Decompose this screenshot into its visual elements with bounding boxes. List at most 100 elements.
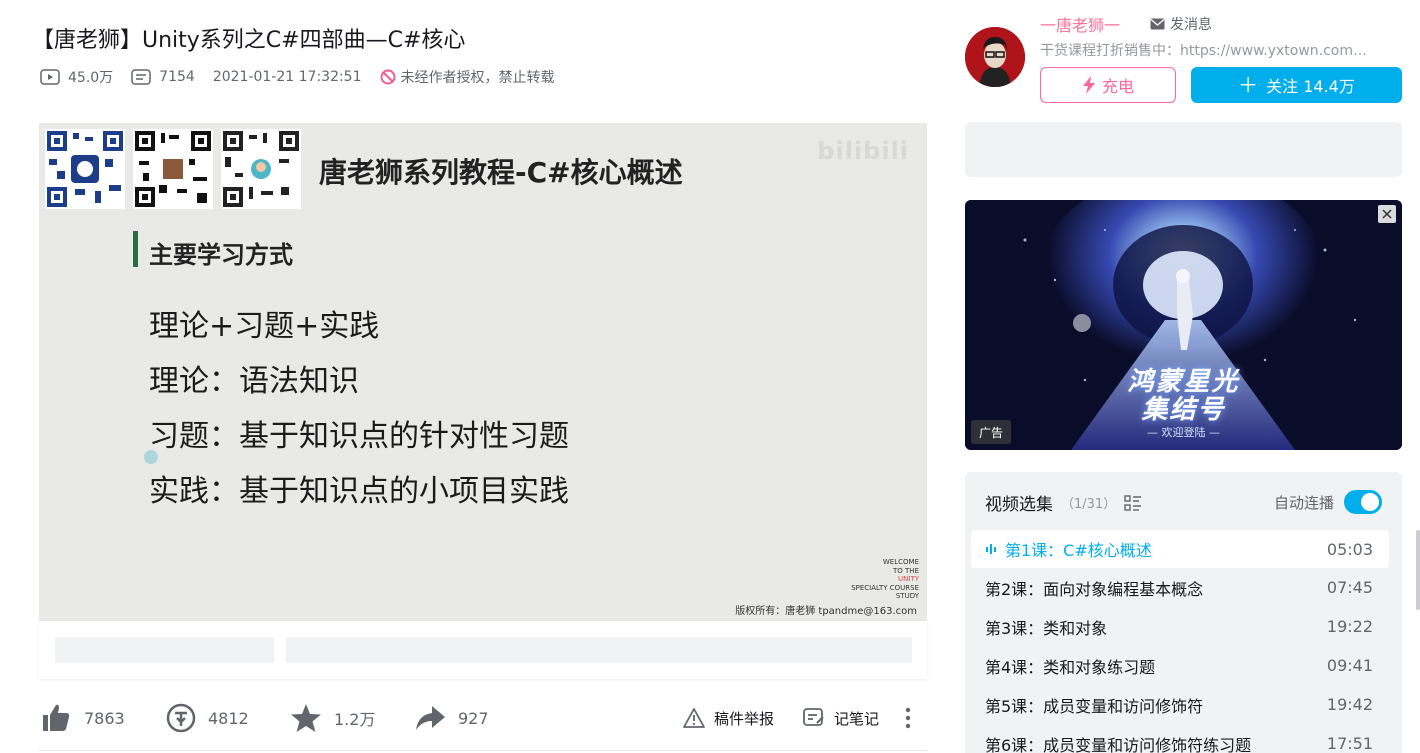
episode-duration: 17:51: [1326, 734, 1373, 753]
slide-section-title: 主要学习方式: [149, 241, 293, 269]
episode-duration: 19:22: [1326, 617, 1373, 636]
qr-code-3: [221, 129, 301, 209]
danmaku-count: 7154: [131, 69, 195, 85]
episode-list-header: 视频选集 （1/31）: [985, 490, 1142, 515]
favorite-button[interactable]: 1.2万: [290, 700, 375, 736]
note-button[interactable]: 记笔记: [802, 700, 879, 736]
repost-notice: 未经作者授权，禁止转载: [380, 67, 555, 87]
episode-item[interactable]: 第4课：类和对象练习题 09:41: [971, 646, 1389, 685]
forbidden-icon: [380, 69, 396, 85]
follow-label: 关注 14.4万: [1266, 77, 1355, 96]
send-message-label: 发消息: [1170, 17, 1212, 33]
charge-label: 充电: [1101, 77, 1134, 96]
report-button[interactable]: 稿件举报: [682, 700, 774, 736]
episode-item[interactable]: 第1课：C#核心概述 05:03: [971, 530, 1389, 568]
episode-item[interactable]: 第5课：成员变量和访问修饰符 19:42: [971, 685, 1389, 724]
video-title: 【唐老狮】Unity系列之C#四部曲—C#核心: [32, 28, 466, 53]
report-label: 稿件举报: [714, 709, 775, 728]
lightning-icon: [1082, 76, 1095, 94]
autoplay-label: 自动连播: [1273, 493, 1334, 512]
video-meta: 45.0万 7154 2021-01-21 17:32:51 未经作者授权，禁止…: [40, 66, 573, 88]
ad-close-button[interactable]: [1378, 205, 1396, 223]
episode-title-wrap: 第1课：C#核心概述: [985, 537, 1152, 561]
envelope-icon: [1150, 18, 1165, 30]
qr-code-1: [45, 129, 125, 209]
welcome-line: SPECIALTY COURSE: [851, 583, 919, 592]
slide-line: 理论+习题+实践: [149, 309, 380, 344]
episode-duration: 07:45: [1326, 578, 1373, 597]
welcome-line: STUDY: [895, 592, 919, 600]
danmaku-input-placeholder[interactable]: [286, 637, 912, 663]
episode-list: 第1课：C#核心概述 05:03 第2课：面向对象编程基本概念 07:45 第3…: [971, 530, 1389, 753]
charge-button[interactable]: 充电: [1040, 67, 1176, 103]
video-toolbar: 7863 4812 1.2万 927 稿件举报 记笔记: [40, 700, 928, 736]
slide-copyright: 版权所有：唐老狮 tpandme@163.com: [735, 606, 917, 617]
send-message-button[interactable]: 发消息: [1150, 14, 1212, 34]
star-icon: [291, 704, 321, 732]
episode-list-panel: 视频选集 （1/31） 自动连播 第1课：C#核心概述 05:03 第2课：面向…: [965, 472, 1402, 753]
uploader-avatar[interactable]: [965, 27, 1025, 87]
more-vertical-icon: [905, 707, 911, 729]
autoplay-toggle[interactable]: [1344, 490, 1382, 514]
thumbs-up-icon: [43, 704, 70, 731]
player-control-bar: [39, 621, 927, 679]
plus-icon: ＋: [1238, 73, 1259, 97]
ad-badge: 广告: [971, 420, 1012, 444]
bilibili-watermark: bilibili: [817, 137, 909, 165]
coin-button[interactable]: 4812: [166, 700, 249, 736]
danmaku-count-value: 7154: [159, 69, 195, 85]
warning-icon: [683, 708, 705, 728]
episode-title: 第5课：成员变量和访问修饰符: [985, 696, 1204, 716]
play-count-value: 45.0万: [68, 70, 114, 86]
now-playing-icon: [986, 544, 996, 554]
coin-count: 4812: [208, 708, 249, 728]
autoplay-control: 自动连播: [1274, 490, 1382, 514]
toolbar-divider: [39, 750, 927, 751]
ad-title-line: 鸿蒙星光: [1127, 367, 1240, 397]
episode-item[interactable]: 第3课：类和对象 19:22: [971, 607, 1389, 646]
play-count: 45.0万: [40, 67, 113, 87]
follow-button[interactable]: ＋ 关注 14.4万: [1191, 67, 1402, 103]
coin-icon: [166, 703, 196, 733]
danmaku-icon: [131, 69, 151, 85]
episode-title: 第2课：面向对象编程基本概念: [985, 579, 1204, 599]
episode-duration: 05:03: [1326, 539, 1373, 559]
more-options-button[interactable]: [904, 700, 924, 736]
ad-title-line: 集结号: [1141, 395, 1226, 425]
video-player[interactable]: 唐老狮系列教程-C#核心概述 bilibili 主要学习方式 理论+习题+实践 …: [39, 123, 927, 621]
slide-line: 习题：基于知识点的针对性习题: [149, 419, 569, 454]
play-count-icon: [40, 69, 60, 85]
cursor-indicator: [144, 450, 158, 464]
share-count: 927: [458, 708, 489, 728]
ad-title: 鸿蒙星光 集结号: [965, 368, 1402, 424]
uploader-description: 干货课程打折销售中：https://www.yxtown.com…: [1040, 43, 1367, 59]
welcome-logo-text: WELCOME TO THE UNITY SPECIALTY COURSE ST…: [851, 558, 919, 601]
favorite-count: 1.2万: [334, 710, 376, 729]
episode-duration: 09:41: [1326, 656, 1373, 675]
episode-title: 第1课：C#核心概述: [1005, 541, 1152, 560]
episode-title: 第6课：成员变量和访问修饰符练习题: [985, 735, 1252, 753]
like-count: 7863: [84, 708, 125, 728]
note-icon: [803, 708, 824, 726]
publish-date: 2021-01-21 17:32:51: [212, 69, 362, 85]
slide-line: 理论：语法知识: [149, 364, 359, 399]
control-placeholder-left: [55, 637, 274, 663]
list-view-icon[interactable]: [1124, 494, 1142, 511]
episode-item[interactable]: 第6课：成员变量和访问修饰符练习题 17:51: [971, 724, 1389, 753]
uploader-name[interactable]: 一唐老狮一: [1040, 12, 1120, 36]
episode-list-scrollbar[interactable]: [1416, 530, 1420, 610]
episode-list-title: 视频选集: [985, 495, 1053, 515]
ad-banner[interactable]: 鸿蒙星光 集结号 — 欢迎登陆 — 广告: [965, 200, 1402, 450]
episode-duration: 19:42: [1326, 695, 1373, 714]
welcome-line: TO THE: [893, 566, 919, 575]
episode-title: 第3课：类和对象: [985, 618, 1108, 638]
welcome-line: WELCOME: [882, 558, 919, 566]
qr-code-2: [133, 129, 213, 209]
share-arrow-icon: [416, 706, 445, 730]
like-button[interactable]: 7863: [40, 700, 125, 736]
episode-list-count: （1/31）: [1061, 497, 1117, 512]
episode-item[interactable]: 第2课：面向对象编程基本概念 07:45: [971, 568, 1389, 607]
right-panel-placeholder: [965, 122, 1402, 177]
share-button[interactable]: 927: [414, 700, 489, 736]
repost-notice-text: 未经作者授权，禁止转载: [400, 70, 555, 86]
